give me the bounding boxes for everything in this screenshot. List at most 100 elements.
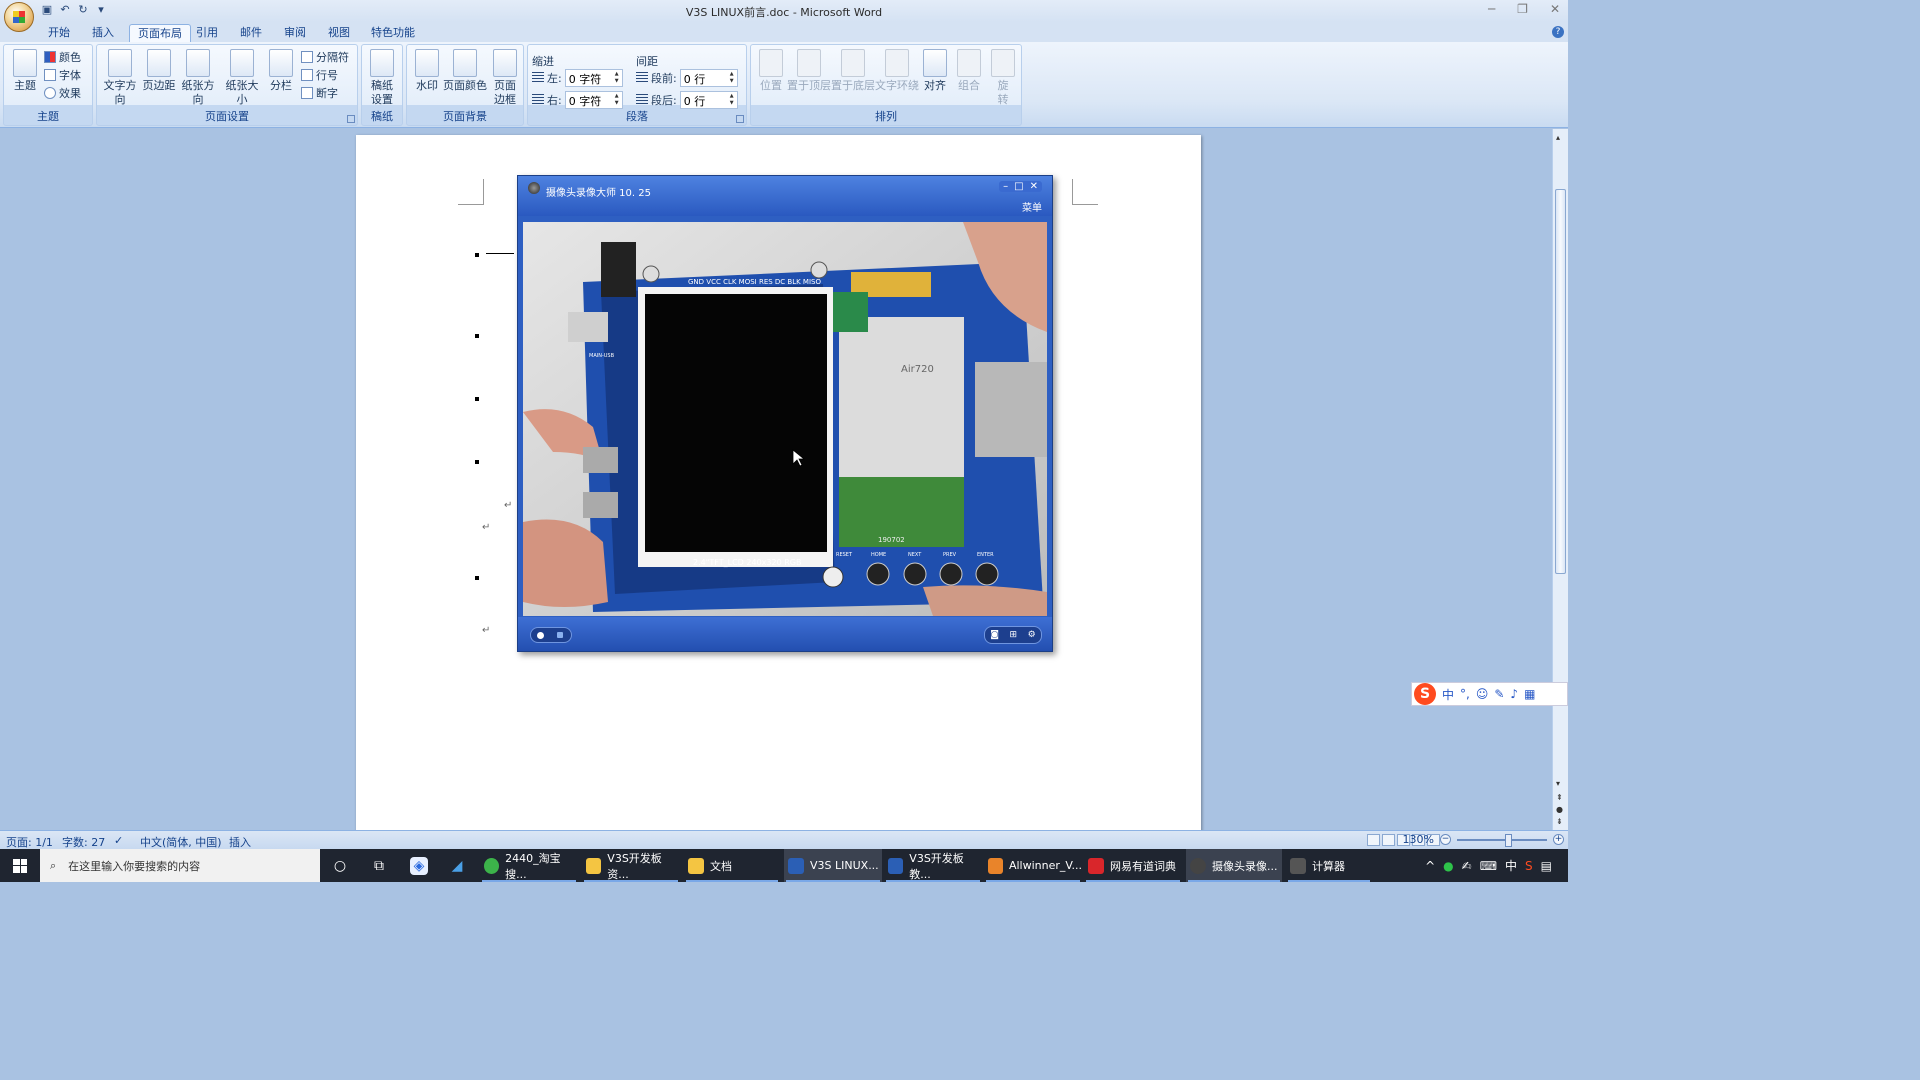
language-indicator[interactable]: 中文(简体, 中国): [140, 834, 222, 850]
maximize-icon[interactable]: □: [1014, 181, 1023, 192]
text-direction-button[interactable]: 文字方向: [100, 49, 140, 107]
hyphenation-button[interactable]: 断字: [301, 84, 338, 101]
browse-object-icon[interactable]: ●: [1556, 805, 1563, 814]
ruler-toggle-icon[interactable]: ▴: [1556, 133, 1560, 142]
tab-insert[interactable]: 插入: [84, 24, 122, 42]
toolbox-icon[interactable]: ▦: [1524, 687, 1535, 701]
page-count[interactable]: 页面: 1/1: [6, 834, 53, 850]
tab-home[interactable]: 开始: [40, 24, 78, 42]
taskbar-item[interactable]: 网易有道词典: [1084, 849, 1182, 882]
insert-mode[interactable]: 插入: [229, 834, 251, 850]
theme-button[interactable]: 主题: [7, 49, 43, 93]
effects-button[interactable]: 效果: [44, 84, 81, 101]
watermark-button[interactable]: 水印: [409, 49, 445, 93]
line-numbers-button[interactable]: 行号: [301, 66, 338, 83]
taskbar-item[interactable]: 文档: [684, 849, 780, 882]
record-toggle[interactable]: [530, 627, 572, 643]
help-icon[interactable]: ?: [1552, 26, 1564, 38]
cortana-icon[interactable]: ○: [331, 857, 349, 875]
tab-references[interactable]: 引用: [188, 24, 226, 42]
camera-title-bar[interactable]: 摄像头录像大师 10. 25 – □ ✕ 菜单: [518, 176, 1052, 216]
next-page-icon[interactable]: ⇟: [1556, 817, 1563, 826]
taskbar-item[interactable]: V3S LINUX...: [784, 849, 882, 882]
text-wrap-button[interactable]: 文字环绕: [875, 49, 919, 93]
manuscript-settings-button[interactable]: 稿纸 设置: [364, 49, 400, 107]
tab-mailings[interactable]: 邮件: [232, 24, 270, 42]
taskbar-item[interactable]: V3S开发板教...: [884, 849, 982, 882]
colors-button[interactable]: 颜色: [44, 48, 81, 65]
zoom-out-icon[interactable]: −: [1440, 834, 1451, 845]
position-button[interactable]: 位置: [753, 49, 789, 93]
punctuation-toggle[interactable]: °,: [1460, 687, 1470, 701]
pinned-app-icon[interactable]: ◈: [410, 857, 428, 875]
restore-icon[interactable]: ❐: [1517, 2, 1528, 16]
vertical-scrollbar[interactable]: ▴ ▾ ⇞ ● ⇟: [1552, 129, 1568, 830]
scrollbar-thumb[interactable]: [1555, 189, 1566, 574]
breaks-button[interactable]: 分隔符: [301, 48, 349, 65]
close-icon[interactable]: ✕: [1550, 2, 1560, 16]
taskbar-item[interactable]: 摄像头录像...: [1186, 849, 1282, 882]
pinned-app-icon[interactable]: ◢: [448, 857, 466, 875]
page-setup-dialog-launcher[interactable]: [347, 115, 355, 123]
size-button[interactable]: 纸张大小: [221, 49, 263, 107]
chevron-up-icon[interactable]: ^: [1425, 859, 1435, 873]
pen-input-icon[interactable]: ✍: [1462, 859, 1472, 873]
pen-icon[interactable]: ✎: [1494, 687, 1504, 701]
margins-button[interactable]: 页边距: [141, 49, 177, 93]
minimize-icon[interactable]: –: [1003, 181, 1008, 192]
wechat-icon[interactable]: ●: [1443, 859, 1453, 873]
fonts-button[interactable]: 字体: [44, 66, 81, 83]
spacing-before-input[interactable]: 0 行: [679, 69, 738, 87]
tab-review[interactable]: 审阅: [276, 24, 314, 42]
taskbar-item[interactable]: Allwinner_V...: [984, 849, 1082, 882]
page-color-button[interactable]: 页面颜色: [443, 49, 487, 93]
paragraph-dialog-launcher[interactable]: [736, 115, 744, 123]
zoom-in-icon[interactable]: +: [1553, 834, 1564, 845]
app-icon: [484, 857, 500, 874]
print-layout-icon[interactable]: [1367, 834, 1380, 846]
taskbar-search[interactable]: ⌕ 在这里输入你要搜索的内容: [40, 849, 320, 882]
align-button[interactable]: 对齐: [917, 49, 953, 93]
previous-page-icon[interactable]: ⇞: [1556, 793, 1563, 802]
ime-mode-toggle[interactable]: 中: [1442, 686, 1454, 703]
group-objects-button[interactable]: 组合: [951, 49, 987, 93]
page-borders-button[interactable]: 页面 边框: [487, 49, 523, 107]
camera-menu-button[interactable]: 菜单: [1022, 199, 1042, 214]
scroll-down-icon[interactable]: ▾: [1556, 779, 1560, 788]
start-button[interactable]: [0, 849, 40, 882]
ime-indicator[interactable]: 中: [1505, 857, 1517, 874]
minimize-icon[interactable]: ─: [1488, 2, 1495, 16]
camera-recorder-window[interactable]: 摄像头录像大师 10. 25 – □ ✕ 菜单 GND VCC CLK MOSI…: [517, 175, 1053, 652]
ime-toolbar[interactable]: S 中 °, ☺ ✎ ♪ ▦: [1411, 682, 1568, 706]
keyboard-icon[interactable]: ⌨: [1480, 859, 1497, 873]
tab-view[interactable]: 视图: [320, 24, 358, 42]
orientation-button[interactable]: 纸张方向: [177, 49, 219, 107]
tab-special-features[interactable]: 特色功能: [363, 24, 423, 42]
zoom-level[interactable]: 130%: [1403, 833, 1434, 846]
notification-icon[interactable]: ▤: [1541, 859, 1552, 873]
spacing-after-input[interactable]: 0 行: [679, 91, 738, 109]
sogou-tray-icon[interactable]: S: [1525, 859, 1533, 873]
word-count[interactable]: 字数: 27: [62, 834, 105, 850]
microphone-icon[interactable]: ♪: [1510, 687, 1518, 701]
taskbar-item[interactable]: 2440_淘宝搜...: [480, 849, 578, 882]
taskbar-item[interactable]: V3S开发板资...: [582, 849, 680, 882]
proofing-icon[interactable]: ✓: [114, 834, 123, 847]
taskbar-item[interactable]: 计算器: [1286, 849, 1372, 882]
columns-button[interactable]: 分栏: [263, 49, 299, 93]
tab-page-layout[interactable]: 页面布局: [129, 24, 191, 42]
indent-left-input[interactable]: 0 字符: [564, 69, 623, 87]
close-icon[interactable]: ✕: [1030, 181, 1038, 192]
emoji-icon[interactable]: ☺: [1476, 687, 1489, 701]
fullscreen-icon[interactable]: ⊞: [1010, 630, 1018, 640]
task-view-icon[interactable]: ⧉: [370, 857, 388, 875]
office-button[interactable]: [4, 2, 34, 32]
reading-layout-icon[interactable]: [1382, 834, 1395, 846]
snapshot-icon[interactable]: ◙: [990, 630, 999, 640]
zoom-slider[interactable]: [1457, 833, 1547, 847]
send-to-back-button[interactable]: 置于底层: [831, 49, 875, 93]
rotate-button[interactable]: 旋转: [985, 49, 1021, 107]
bring-to-front-button[interactable]: 置于顶层: [787, 49, 831, 93]
indent-right-input[interactable]: 0 字符: [564, 91, 623, 109]
settings-gear-icon[interactable]: ⚙: [1028, 630, 1036, 640]
